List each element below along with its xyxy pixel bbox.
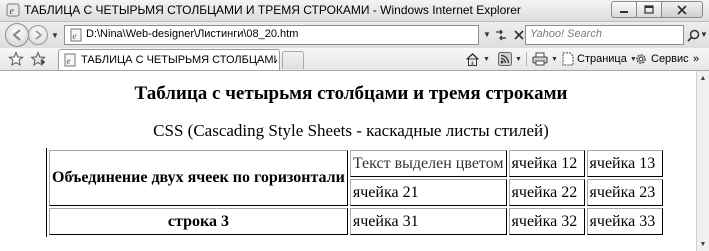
refresh-icon <box>496 29 506 41</box>
svg-text:e: e <box>10 6 15 17</box>
search-button[interactable] <box>685 26 701 44</box>
toolbar-separator <box>526 52 527 66</box>
chevron-right-icon: » <box>693 53 700 65</box>
forward-arrow-icon <box>35 30 43 40</box>
favorites-star-icon[interactable] <box>8 51 24 67</box>
page-icon <box>562 52 574 66</box>
table-cell: ячейка 33 <box>586 208 663 235</box>
page-file-icon: e <box>70 28 82 42</box>
table-row: строка 3 ячейка 31 ячейка 32 ячейка 33 <box>49 208 663 235</box>
feeds-icon <box>498 52 512 66</box>
recent-pages-dropdown[interactable]: ▼ <box>51 31 59 40</box>
back-button[interactable] <box>5 23 29 47</box>
table-cell: ячейка 13 <box>586 150 663 177</box>
stop-button[interactable] <box>512 25 526 45</box>
title-bar: e ТАБЛИЦА С ЧЕТЫРЬМЯ СТОЛБЦАМИ И ТРЕМЯ С… <box>0 0 709 22</box>
address-dropdown[interactable]: ▼ <box>483 30 491 39</box>
more-commands-chevron[interactable]: » <box>693 51 699 67</box>
window-controls <box>611 1 703 18</box>
merged-cell: Объединение двух ячеек по горизонтали <box>49 150 348 206</box>
print-button[interactable]: ▼ <box>532 51 558 67</box>
page-heading: Таблица с четырьмя столбцами и тремя стр… <box>134 83 568 104</box>
add-favorites-icon[interactable] <box>30 51 46 67</box>
close-icon <box>677 4 687 15</box>
close-button[interactable] <box>661 1 703 18</box>
search-input[interactable]: Yahoo! Search <box>525 25 684 45</box>
table-cell: ячейка 12 <box>508 150 585 177</box>
table-cell: ячейка 22 <box>508 179 585 206</box>
table-cell: ячейка 32 <box>508 208 585 235</box>
page-menu-label: Страница <box>577 53 627 65</box>
feeds-button[interactable]: ▼ <box>498 51 522 67</box>
tab-command-bar: e ТАБЛИЦА С ЧЕТЫРЬМЯ СТОЛБЦАМИ И ТРЕМ...… <box>0 48 709 71</box>
minimize-icon <box>620 10 628 13</box>
ie-icon: e <box>6 3 20 17</box>
tools-menu-label: Сервис <box>651 53 689 65</box>
gear-icon <box>636 54 646 64</box>
new-tab-button[interactable] <box>282 51 304 69</box>
search-options-dropdown[interactable]: ▼ <box>700 30 708 39</box>
minimize-button[interactable] <box>611 1 637 18</box>
page-subtitle: CSS (Cascading Style Sheets - каскадные … <box>153 121 549 140</box>
data-table: Объединение двух ячеек по горизонтали Те… <box>46 148 665 237</box>
refresh-button[interactable] <box>491 25 511 45</box>
scroll-down-button[interactable]: ▼ <box>697 237 709 251</box>
forward-button[interactable] <box>28 25 48 45</box>
home-icon <box>466 52 479 66</box>
address-text: D:\Nina\Web-designer\Листинги\08_20.htm <box>86 28 299 40</box>
page-file-icon: e <box>64 53 76 67</box>
table-cell: ячейка 21 <box>349 179 507 206</box>
page-content: Таблица с четырьмя столбцами и тремя стр… <box>6 71 696 251</box>
table-cell: ячейка 23 <box>586 179 663 206</box>
table-cell-colored: Текст выделен цветом <box>349 150 507 177</box>
table-row: Объединение двух ячеек по горизонтали Те… <box>49 150 663 206</box>
maximize-button[interactable] <box>636 1 662 18</box>
maximize-icon <box>644 5 654 14</box>
browser-window: e ТАБЛИЦА С ЧЕТЫРЬМЯ СТОЛБЦАМИ И ТРЕМЯ С… <box>0 0 709 251</box>
search-icon <box>686 29 699 42</box>
page-menu-button[interactable]: Страница ▼ <box>562 51 637 67</box>
tools-menu-button[interactable]: Сервис <box>634 51 689 67</box>
print-icon <box>532 52 548 66</box>
address-toolbar: ▼ e D:\Nina\Web-designer\Листинги\08_20.… <box>0 22 709 48</box>
home-button[interactable]: ▼ <box>465 51 490 67</box>
search-placeholder: Yahoo! Search <box>530 28 602 40</box>
tab-label: ТАБЛИЦА С ЧЕТЫРЬМЯ СТОЛБЦАМИ И ТРЕМ... <box>81 54 277 66</box>
address-field[interactable]: e D:\Nina\Web-designer\Листинги\08_20.ht… <box>64 25 479 45</box>
svg-text:e: e <box>67 56 71 66</box>
stop-icon <box>514 30 524 40</box>
tab-active[interactable]: e ТАБЛИЦА С ЧЕТЫРЬМЯ СТОЛБЦАМИ И ТРЕМ... <box>58 49 280 70</box>
svg-text:e: e <box>73 31 77 41</box>
table-cell: ячейка 31 <box>349 208 507 235</box>
window-title: ТАБЛИЦА С ЧЕТЫРЬМЯ СТОЛБЦАМИ И ТРЕМЯ СТР… <box>24 3 521 17</box>
scroll-up-button[interactable]: ▲ <box>697 71 709 85</box>
vertical-scrollbar[interactable]: ▲ ▼ <box>696 71 709 251</box>
row-header-cell: строка 3 <box>49 208 348 235</box>
back-arrow-icon <box>12 29 21 41</box>
